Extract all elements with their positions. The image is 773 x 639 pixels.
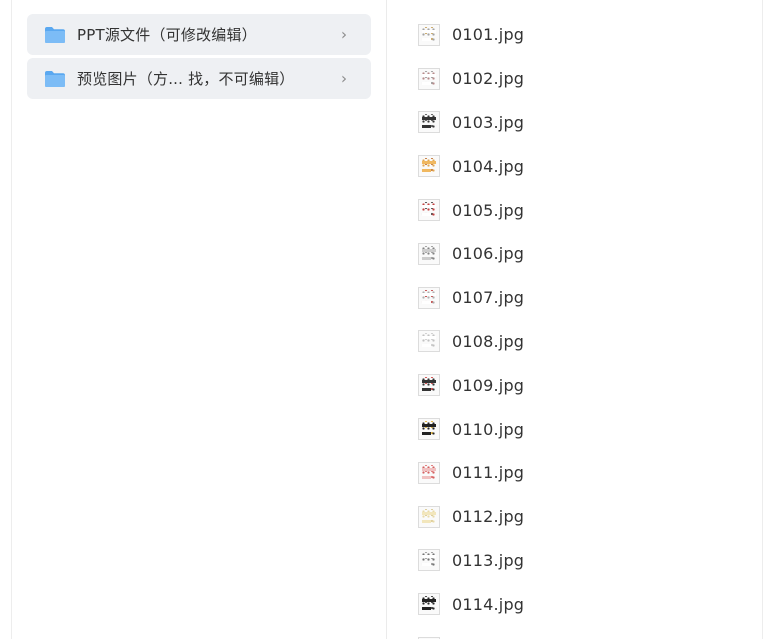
file-list: 0101.jpg 0102.jpg 0103.jpg 0104.jpg 0105.jpg…	[418, 13, 748, 639]
column-divider[interactable]	[386, 0, 387, 639]
file-item[interactable]: 0111.jpg	[418, 451, 748, 495]
file-name: 0111.jpg	[452, 463, 525, 483]
folder-label: 预览图片（方... 找，不可编辑）	[77, 70, 295, 88]
image-thumbnail-icon	[418, 242, 440, 265]
folder-item-preview-images[interactable]: 预览图片（方... 找，不可编辑） ›	[27, 58, 371, 99]
file-item[interactable]: 0106.jpg	[418, 232, 748, 276]
image-thumbnail-icon	[418, 286, 440, 309]
file-item[interactable]	[418, 626, 748, 639]
file-name: 0102.jpg	[452, 69, 525, 89]
image-thumbnail-icon	[418, 23, 440, 46]
image-thumbnail-icon	[418, 111, 440, 134]
file-item[interactable]: 0103.jpg	[418, 101, 748, 145]
file-name: 0114.jpg	[452, 594, 525, 614]
image-thumbnail-icon	[418, 461, 440, 484]
folder-label: PPT源文件（可修改编辑）	[77, 26, 257, 44]
left-border	[11, 0, 12, 639]
file-name: 0107.jpg	[452, 288, 525, 308]
folder-item-ppt-source[interactable]: PPT源文件（可修改编辑） ›	[27, 14, 371, 55]
file-name: 0105.jpg	[452, 200, 525, 220]
file-item[interactable]: 0114.jpg	[418, 582, 748, 626]
file-name: 0113.jpg	[452, 550, 525, 570]
file-item[interactable]: 0101.jpg	[418, 13, 748, 57]
image-thumbnail-icon	[418, 67, 440, 90]
file-item[interactable]: 0109.jpg	[418, 363, 748, 407]
image-thumbnail-icon	[418, 549, 440, 572]
image-thumbnail-icon	[418, 199, 440, 222]
folder-icon	[45, 70, 65, 87]
image-thumbnail-icon	[418, 330, 440, 353]
file-item[interactable]: 0108.jpg	[418, 320, 748, 364]
image-thumbnail-icon	[418, 505, 440, 528]
file-name: 0112.jpg	[452, 507, 525, 527]
folder-list: PPT源文件（可修改编辑） › 预览图片（方... 找，不可编辑） ›	[27, 14, 371, 102]
folder-icon	[45, 26, 65, 43]
file-name: 0106.jpg	[452, 244, 525, 264]
file-item[interactable]: 0113.jpg	[418, 539, 748, 583]
file-name: 0109.jpg	[452, 375, 525, 395]
image-thumbnail-icon	[418, 593, 440, 616]
image-thumbnail-icon	[418, 374, 440, 397]
file-name: 0110.jpg	[452, 419, 525, 439]
file-item[interactable]: 0105.jpg	[418, 188, 748, 232]
file-name: 0101.jpg	[452, 25, 525, 45]
file-name: 0108.jpg	[452, 331, 525, 351]
file-item[interactable]: 0104.jpg	[418, 144, 748, 188]
file-item[interactable]: 0102.jpg	[418, 57, 748, 101]
file-browser-window: PPT源文件（可修改编辑） › 预览图片（方... 找，不可编辑） › 0101…	[0, 0, 773, 639]
chevron-right-icon: ›	[341, 69, 347, 88]
chevron-right-icon: ›	[341, 25, 347, 44]
file-name: 0103.jpg	[452, 112, 525, 132]
right-border	[762, 0, 763, 639]
image-thumbnail-icon	[418, 418, 440, 441]
file-item[interactable]: 0107.jpg	[418, 276, 748, 320]
file-item[interactable]: 0110.jpg	[418, 407, 748, 451]
file-name: 0104.jpg	[452, 156, 525, 176]
image-thumbnail-icon	[418, 155, 440, 178]
file-item[interactable]: 0112.jpg	[418, 495, 748, 539]
